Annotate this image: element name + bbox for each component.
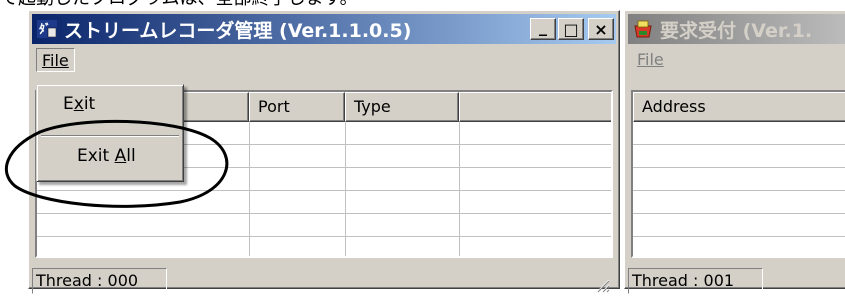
menu-item-exit-post: it — [83, 94, 96, 114]
table-row[interactable] — [633, 236, 845, 237]
address-list[interactable]: Address — [631, 90, 845, 258]
minimize-button[interactable]: _ — [530, 16, 556, 40]
menu-item-exit-accel: x — [73, 94, 84, 114]
menubar: File — [32, 47, 616, 73]
table-row[interactable] — [37, 213, 611, 214]
table-row[interactable] — [37, 190, 611, 191]
maximize-button[interactable]: □ — [558, 18, 584, 40]
table-row[interactable] — [37, 236, 611, 237]
request-reception-window: 要求受付 (Ver.1. File Address Thread : 001 — [624, 10, 845, 294]
menu-separator — [41, 135, 179, 137]
table-row[interactable] — [633, 190, 845, 191]
menu-file-label: File — [637, 50, 664, 69]
list-header: Address — [633, 92, 845, 122]
stream-recorder-app-icon: ﾀﾞ — [36, 18, 58, 40]
menu-item-exit-pre: E — [63, 94, 74, 114]
table-row[interactable] — [633, 144, 845, 145]
statusbar: Thread : 001 — [628, 266, 845, 297]
titlebar[interactable]: 要求受付 (Ver.1. — [628, 14, 845, 44]
menu-file-label: File — [42, 51, 69, 70]
table-row[interactable] — [633, 213, 845, 214]
window-title: ストリームレコーダ管理 (Ver.1.1.0.5) — [64, 19, 412, 42]
minimize-icon: _ — [539, 16, 547, 36]
menu-file[interactable]: File — [36, 48, 75, 72]
menubar: File — [628, 47, 845, 73]
table-row[interactable] — [633, 167, 845, 168]
menu-item-exit-all-post: ll — [126, 146, 136, 166]
column-header-address[interactable]: Address — [633, 92, 845, 122]
thread-status: Thread : 000 — [32, 268, 167, 294]
menu-item-exit[interactable]: Exit — [41, 88, 95, 120]
menu-file[interactable]: File — [632, 48, 669, 72]
titlebar[interactable]: ﾀﾞ ストリームレコーダ管理 (Ver.1.1.0.5) _ □ × — [32, 14, 616, 44]
maximize-icon: □ — [563, 19, 579, 39]
menu-item-exit-all-pre: Exit — [77, 146, 115, 166]
close-icon: × — [594, 19, 608, 39]
thread-status: Thread : 001 — [628, 268, 763, 294]
top-caption-text: で起動したプログラムは、全部終了します。 — [0, 0, 845, 10]
file-menu-dropdown: Exit Exit All — [36, 84, 184, 182]
column-header-extra[interactable] — [459, 92, 611, 122]
menu-item-exit-all-accel: A — [114, 146, 127, 166]
column-header-type[interactable]: Type — [345, 92, 459, 122]
close-button[interactable]: × — [588, 18, 614, 40]
request-reception-app-icon — [632, 18, 654, 40]
statusbar: Thread : 000 — [32, 266, 614, 297]
menu-item-exit-all[interactable]: Exit All — [41, 140, 136, 172]
column-header-port[interactable]: Port — [249, 92, 345, 122]
window-title: 要求受付 (Ver.1. — [660, 19, 813, 42]
